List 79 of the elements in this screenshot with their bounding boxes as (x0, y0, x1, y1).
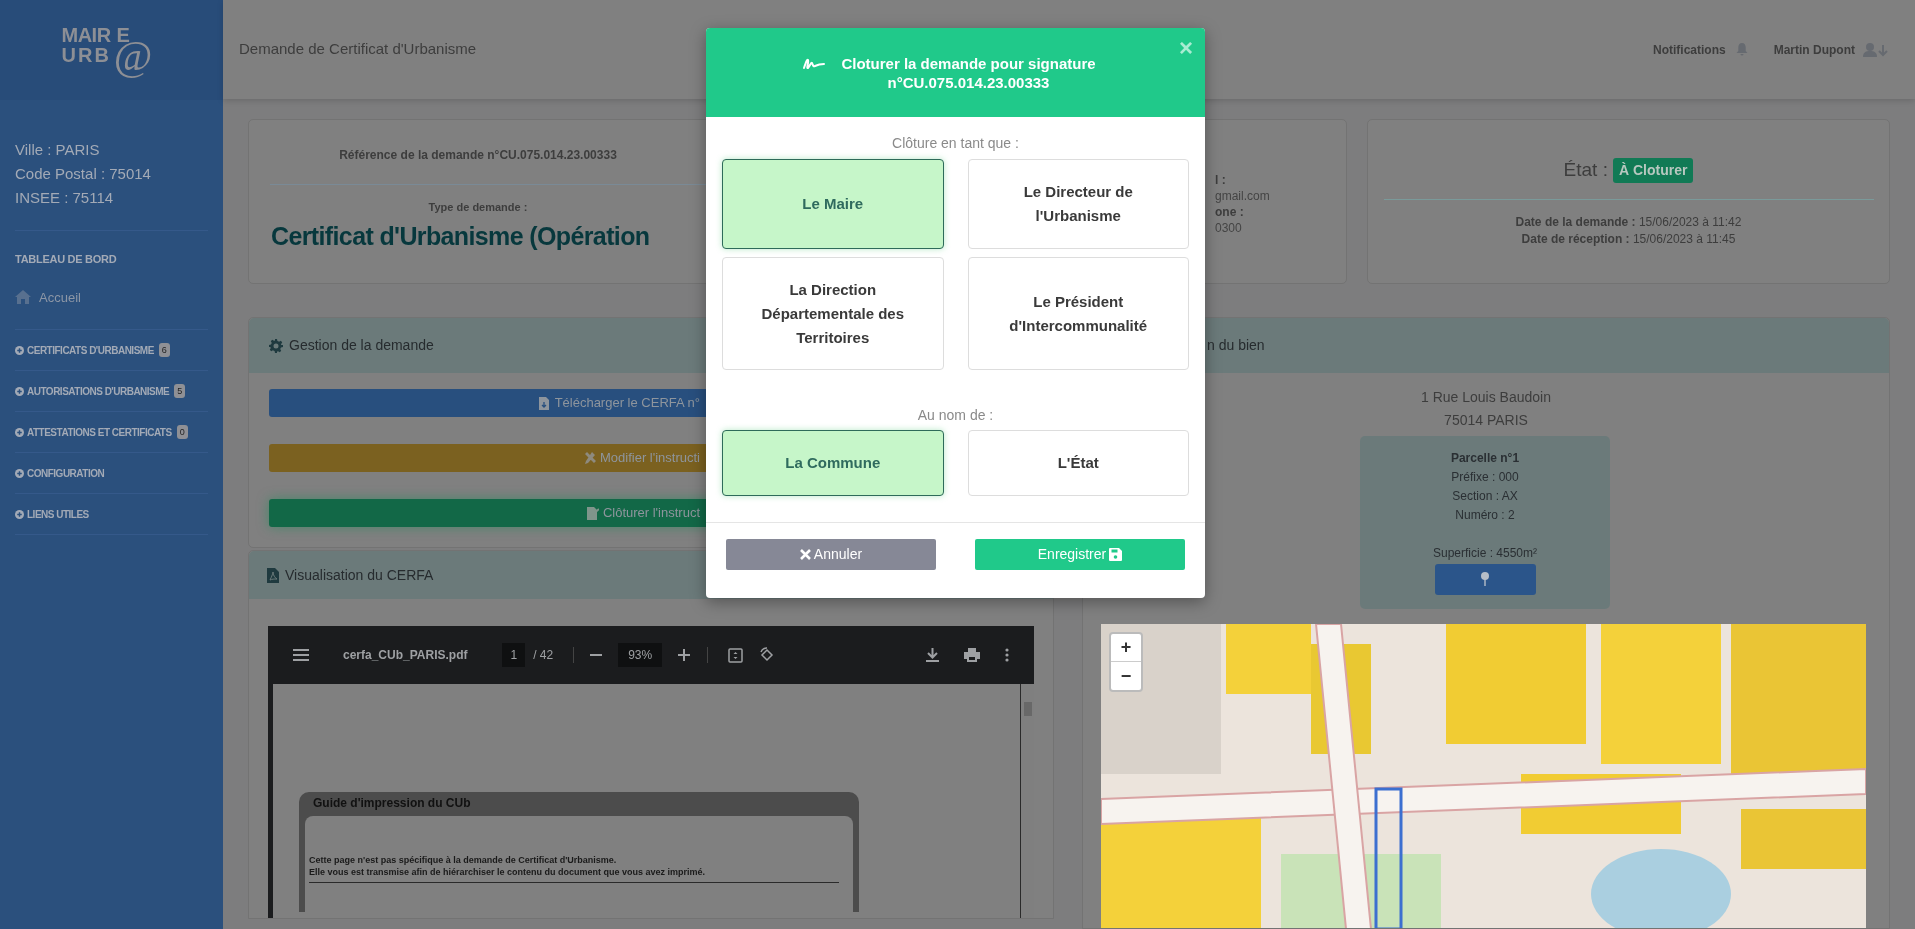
date-text: Date de la demande : 15/06/2023 à 11:42 (1515, 213, 1742, 231)
close-icon (799, 549, 811, 560)
sidebar-section-title: TABLEAU DE BORD (15, 252, 118, 267)
signature-icon (802, 57, 825, 70)
rotate-icon[interactable] (759, 647, 776, 663)
page-field[interactable]: 1 (502, 643, 526, 667)
contact-label: l : (1215, 172, 1227, 188)
sidebar-menu-item[interactable]: ATTESTATIONS ET CERTIFICATS (27, 424, 172, 440)
status-badge: À Cloturer (1612, 157, 1694, 183)
zoom-out-button[interactable]: − (1111, 661, 1141, 690)
reference-text: Référence de la demande n°CU.075.014.23.00333 (339, 147, 617, 164)
request-type: Certificat d'Urbanisme (Opération (271, 220, 650, 252)
zoom-in-button[interactable]: + (1111, 633, 1141, 662)
option-button[interactable]: La Commune (722, 430, 944, 496)
sidebar-info-text: INSEE : 75114 (15, 188, 115, 208)
download-icon[interactable] (926, 648, 939, 662)
parcel-area: Superficie : 4550m² (1432, 543, 1538, 563)
bell-icon (1735, 43, 1748, 56)
contact-value: gmail.com (1215, 188, 1271, 204)
card-title: n du bien (1207, 335, 1265, 355)
sidebar-menu-item[interactable]: CERTIFICATS D'URBANISME (27, 342, 154, 358)
section-label: Clôture en tant que : (892, 134, 1019, 153)
option-button[interactable]: Le Président d'Intercommunalité (967, 257, 1189, 370)
card-title: Gestion de la demande (289, 336, 434, 355)
menu-icon[interactable] (293, 649, 309, 661)
option-button[interactable]: La Direction Départementale des Territoires (722, 257, 944, 370)
contact-label: one : (1215, 204, 1245, 220)
sidebar-info-text: Code Postal : 75014 (15, 164, 152, 184)
parcel-text: Préfixe : 000 (1451, 468, 1519, 486)
address-text: 75014 PARIS (1444, 410, 1528, 430)
gear-icon (269, 338, 283, 353)
sidebar-link[interactable]: Accueil (39, 287, 81, 307)
fit-page-icon[interactable] (728, 647, 744, 663)
option-button[interactable]: Le Maire (722, 159, 944, 249)
card-title: Visualisation du CERFA (285, 565, 434, 585)
home-icon (15, 290, 31, 305)
contact-value: 0300 (1215, 220, 1243, 236)
tools-icon (584, 451, 596, 465)
count-badge: 0 (176, 425, 188, 439)
save-button[interactable]: Enregistrer (975, 539, 1185, 570)
plus-circle-icon (15, 427, 24, 437)
sidebar-menu-item[interactable]: AUTORISATIONS D'URBANISME (27, 383, 170, 399)
address-text: 1 Rue Louis Baudoin (1421, 387, 1551, 407)
notifications-link[interactable]: Notifications (1653, 40, 1726, 59)
minus-icon[interactable] (590, 654, 603, 656)
parcel-text: Section : AX (1452, 487, 1518, 505)
parcel-title: Parcelle n°1 (1450, 449, 1520, 467)
guide-text: Elle vous est transmise afin de hiérarchiser le contenu du document que vous avez imprimé. (309, 866, 707, 878)
file-edit-icon (586, 506, 599, 520)
parcel-text: Numéro : 2 (1455, 506, 1515, 524)
plus-icon[interactable] (678, 649, 691, 661)
page-title: Demande de Certificat d'Urbanisme (239, 39, 477, 60)
map-pin-icon (1481, 572, 1489, 587)
cancel-button[interactable]: Annuler (726, 539, 936, 570)
plus-circle-icon (15, 509, 24, 519)
plus-circle-icon (15, 468, 24, 478)
file-download-icon (538, 396, 551, 410)
plus-circle-icon (15, 386, 24, 396)
modal-title: Cloturer la demande pour signature n°CU.075.014.23.00333 (840, 53, 1097, 92)
status-label: État : (1563, 158, 1608, 182)
print-icon[interactable] (964, 648, 980, 662)
guide-heading: Guide d'impression du CUb (313, 795, 472, 812)
page-count: / 42 (533, 647, 554, 664)
sidebar-info-text: Ville : PARIS (15, 140, 101, 160)
file-name: cerfa_CUb_PARIS.pdf (343, 647, 468, 664)
option-button[interactable]: Le Directeur de l'Urbanisme (967, 159, 1189, 249)
count-badge: 5 (174, 384, 186, 398)
zoom-field[interactable]: 93% (618, 643, 663, 667)
date-text: Date de réception : 15/06/2023 à 11:45 (1521, 230, 1736, 248)
more-icon[interactable] (1005, 648, 1009, 662)
user-name[interactable]: Martin Dupont (1773, 40, 1855, 59)
option-button[interactable]: L'État (967, 430, 1189, 496)
type-label: Type de demande : (428, 200, 528, 215)
plus-circle-icon (15, 345, 24, 355)
sidebar-menu-item[interactable]: CONFIGURATION (27, 465, 105, 481)
guide-text: Cette page n'est pas spécifique à la demande de Certificat d'Urbanisme. (309, 854, 618, 866)
count-badge: 6 (158, 343, 170, 357)
pdf-file-icon (267, 567, 279, 583)
sidebar-menu-item[interactable]: LIENS UTILES (27, 506, 89, 522)
